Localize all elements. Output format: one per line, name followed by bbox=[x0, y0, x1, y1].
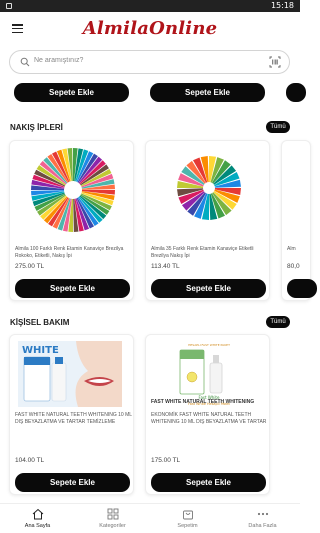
nav-label: Ana Sayfa bbox=[24, 523, 51, 529]
product-image: HESAPLI FAST WHITE PAKET Fast White Fast… bbox=[176, 341, 242, 407]
add-to-cart-button[interactable]: Sepete Ekle bbox=[15, 473, 130, 492]
product-image: WHITE bbox=[18, 341, 122, 407]
see-all-button[interactable]: Tümü bbox=[266, 121, 290, 133]
product-card[interactable]: Almila 35 Farklı Renk Etamin Kanaviçe Et… bbox=[145, 140, 270, 301]
product-name: EKONOMİK FAST WHITE NATURAL TEETH WHITEN… bbox=[151, 412, 267, 425]
product-card[interactable]: HESAPLI FAST WHITE PAKET Fast White Fast… bbox=[145, 334, 270, 495]
cart-icon bbox=[182, 510, 193, 520]
search-placeholder: Ne aramıştınız? bbox=[34, 57, 84, 64]
product-image bbox=[28, 147, 118, 233]
nav-label: Daha Fazla bbox=[248, 523, 277, 529]
product-price: 275.00 TL bbox=[15, 263, 45, 270]
add-to-cart-button[interactable]: Sepete Ekle bbox=[151, 473, 266, 492]
status-time: 15:18 bbox=[270, 1, 294, 10]
see-all-button[interactable]: Tümü bbox=[266, 316, 290, 328]
more-dots-icon bbox=[257, 512, 268, 516]
product-card[interactable]: Almila 100 Farklı Renk Etamin Kanaviçe B… bbox=[9, 140, 134, 301]
app-logo[interactable]: AlmilaOnline bbox=[0, 18, 300, 39]
product-name: Almila 100 Farklı Renk Etamin Kanaviçe B… bbox=[15, 246, 124, 259]
nav-item-cart[interactable]: Sepetim bbox=[150, 508, 225, 529]
product-image bbox=[176, 147, 242, 233]
app-header: AlmilaOnline bbox=[0, 12, 300, 46]
nav-label: Sepetim bbox=[177, 523, 198, 529]
add-to-cart-button[interactable]: Sepete Ekle bbox=[14, 83, 129, 102]
product-price: 80,0 bbox=[287, 263, 300, 270]
section-title: KİŞİSEL BAKIM bbox=[10, 318, 70, 327]
add-to-cart-button[interactable]: Sepete Ekle bbox=[150, 83, 265, 102]
add-to-cart-button[interactable] bbox=[286, 83, 306, 102]
add-to-cart-button[interactable] bbox=[287, 279, 317, 298]
nav-item-categories[interactable]: Kategoriler bbox=[75, 508, 150, 529]
search-icon bbox=[20, 57, 30, 67]
home-icon bbox=[32, 508, 43, 520]
product-name: FAST WHITE NATURAL TEETH WHITENING 10 ML… bbox=[15, 412, 132, 425]
section-title: NAKIŞ İPLERİ bbox=[10, 123, 63, 132]
status-bar: 15:18 bbox=[0, 0, 300, 12]
add-to-cart-button[interactable]: Sepete Ekle bbox=[15, 279, 130, 298]
nav-item-home[interactable]: Ana Sayfa bbox=[0, 508, 75, 529]
product-name: Alm bbox=[287, 246, 296, 252]
nav-label: Kategoriler bbox=[99, 523, 126, 529]
product-price: 113.40 TL bbox=[151, 263, 180, 270]
status-indicator-icon bbox=[6, 3, 12, 9]
product-card[interactable]: WHITE FAST WHITE NATURAL TEETH WHITENING… bbox=[9, 334, 134, 495]
product-price: 175.00 TL bbox=[151, 457, 181, 464]
product-name: Almila 35 Farklı Renk Etamin Kanaviçe Et… bbox=[151, 246, 254, 259]
search-input[interactable]: Ne aramıştınız? bbox=[9, 50, 290, 74]
product-price: 104.00 TL bbox=[15, 457, 45, 464]
product-card[interactable]: Alm 80,0 bbox=[281, 140, 317, 301]
add-to-cart-button[interactable]: Sepete Ekle bbox=[151, 279, 266, 298]
barcode-scan-icon[interactable] bbox=[269, 56, 281, 68]
product-image-text: WHITE bbox=[22, 345, 59, 356]
product-image-label: FAST WHITE NATURAL TEETH WHITENING bbox=[151, 399, 255, 405]
product-image-top-text: HESAPLI FAST WHITE PAKET bbox=[188, 343, 230, 347]
grid-icon bbox=[107, 508, 118, 520]
nav-item-more[interactable]: Daha Fazla bbox=[225, 508, 300, 529]
bottom-navigation: Ana Sayfa Kategoriler Sepetim Daha Fazla bbox=[0, 503, 300, 533]
